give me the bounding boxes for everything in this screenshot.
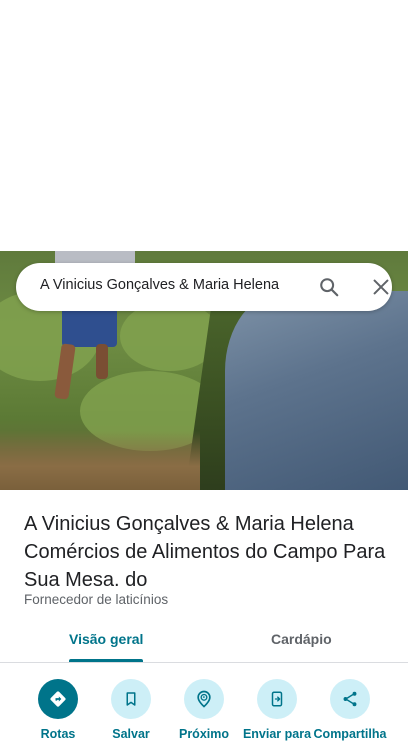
tab-overview[interactable]: Visão geral bbox=[69, 631, 143, 647]
mud-ground bbox=[0, 431, 200, 490]
search-icon[interactable] bbox=[318, 276, 340, 298]
place-title: A Vinicius Gonçalves & Maria Helena Comé… bbox=[24, 513, 386, 591]
tabs-divider bbox=[0, 662, 408, 663]
nearby-button[interactable]: Próximo bbox=[164, 679, 244, 741]
nearby-label: Próximo bbox=[178, 727, 229, 741]
nearby-icon bbox=[184, 679, 224, 719]
save-button[interactable]: Salvar bbox=[91, 679, 171, 741]
directions-label: Rotas bbox=[40, 727, 76, 741]
send-to-phone-icon bbox=[257, 679, 297, 719]
send-to-phone-button[interactable]: Enviar para bbox=[237, 679, 317, 741]
search-bar[interactable]: A Vinicius Gonçalves & Maria Helena bbox=[16, 263, 392, 311]
share-label: Compartilha bbox=[313, 727, 387, 741]
directions-button[interactable]: Rotas bbox=[18, 679, 98, 741]
close-icon[interactable] bbox=[370, 276, 392, 298]
person-leg bbox=[96, 344, 108, 379]
map-area-blank bbox=[0, 0, 408, 251]
bookmark-icon bbox=[111, 679, 151, 719]
place-category: Fornecedor de laticínios bbox=[24, 592, 169, 607]
tab-menu[interactable]: Cardápio bbox=[271, 631, 332, 647]
directions-icon bbox=[38, 679, 78, 719]
search-query[interactable]: A Vinicius Gonçalves & Maria Helena bbox=[40, 277, 304, 293]
person-shorts bbox=[62, 307, 117, 347]
share-icon bbox=[330, 679, 370, 719]
person-shirt bbox=[55, 251, 135, 263]
send-to-phone-label: Enviar para bbox=[242, 727, 312, 741]
share-button[interactable]: Compartilha bbox=[310, 679, 390, 741]
water bbox=[225, 291, 408, 490]
save-label: Salvar bbox=[112, 727, 150, 741]
